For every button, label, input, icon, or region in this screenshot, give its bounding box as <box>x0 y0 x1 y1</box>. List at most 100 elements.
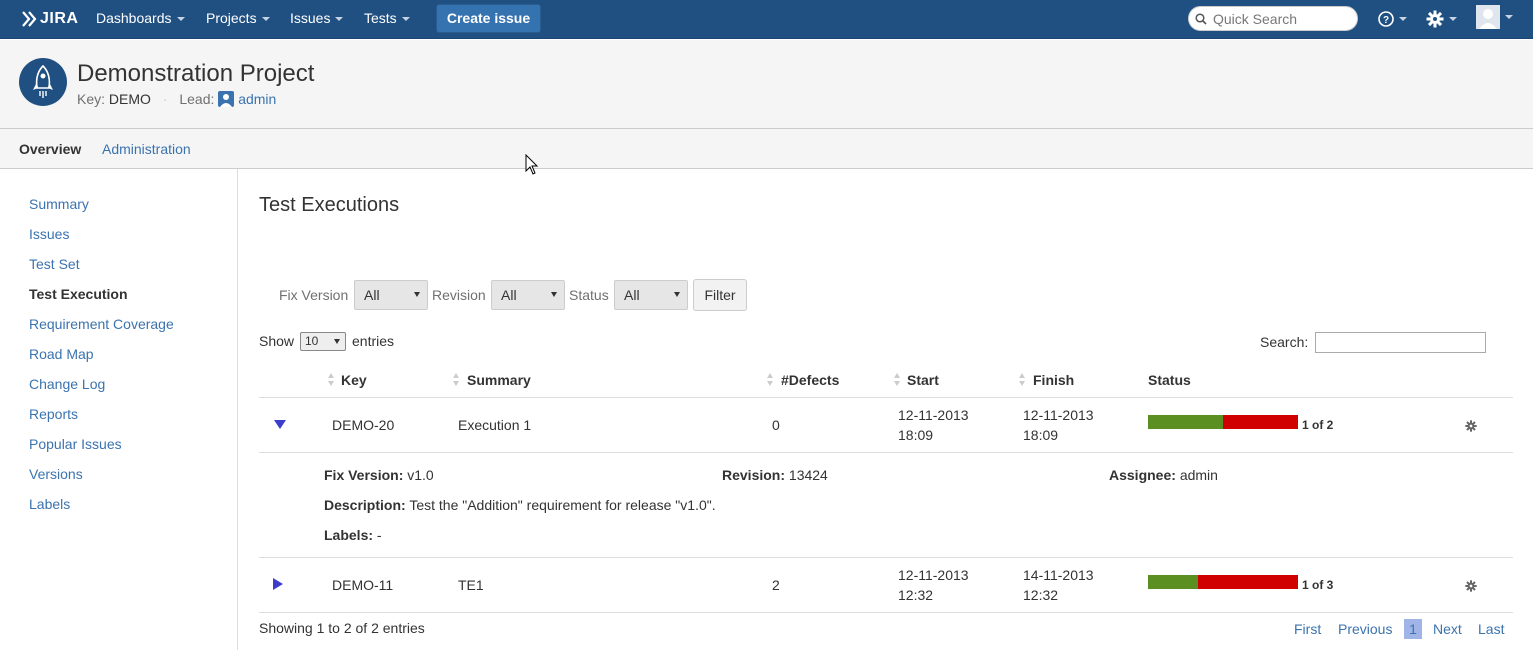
tab-overview[interactable]: Overview <box>19 141 81 157</box>
svg-text:?: ? <box>1383 15 1389 26</box>
gear-icon[interactable] <box>1465 420 1477 432</box>
filter-button[interactable]: Filter <box>693 279 747 311</box>
sort-icon[interactable] <box>894 373 900 387</box>
sidebar-item-change-log[interactable]: Change Log <box>29 376 105 392</box>
sidebar-item-reports[interactable]: Reports <box>29 406 78 422</box>
chevron-down-icon <box>1399 17 1407 21</box>
nav-label: Dashboards <box>96 10 172 26</box>
chevron-down-icon <box>261 17 270 22</box>
help-icon: ? <box>1378 11 1394 27</box>
gear-icon[interactable] <box>1465 580 1477 592</box>
pagination-previous[interactable]: Previous <box>1338 621 1392 637</box>
detail-label: Description: <box>324 497 406 513</box>
sort-icon[interactable] <box>767 373 773 387</box>
lead-label: Lead: <box>179 91 215 107</box>
status-count: 1 of 2 <box>1302 418 1334 432</box>
jira-logo-icon <box>22 11 37 27</box>
quick-search-input[interactable]: Quick Search <box>1188 6 1358 31</box>
status-progress-bar <box>1148 575 1298 589</box>
sidebar-item-labels[interactable]: Labels <box>29 496 70 512</box>
user-menu[interactable] <box>1476 5 1513 29</box>
pagination-last[interactable]: Last <box>1478 621 1504 637</box>
expand-row-icon[interactable] <box>273 578 283 590</box>
row-start-date: 12-11-2013 <box>898 567 969 583</box>
nav-dashboards[interactable]: Dashboards <box>96 0 185 39</box>
quick-search-placeholder: Quick Search <box>1213 11 1298 27</box>
column-header-finish[interactable]: Finish <box>1033 372 1074 388</box>
pass-segment <box>1148 415 1223 429</box>
detail-label: Revision: <box>722 467 786 483</box>
column-header-key[interactable]: Key <box>341 372 367 388</box>
sort-icon[interactable] <box>328 373 334 387</box>
fix-version-select[interactable]: All <box>354 280 428 310</box>
project-avatar[interactable] <box>19 58 67 106</box>
status-select[interactable]: All <box>614 280 688 310</box>
pagination-current-page[interactable]: 1 <box>1404 619 1422 639</box>
detail-value: admin <box>1179 467 1218 483</box>
collapse-row-icon[interactable] <box>274 420 286 430</box>
project-lead-link[interactable]: admin <box>238 91 276 107</box>
page-heading: Test Executions <box>259 194 400 216</box>
key-label: Key: <box>77 91 106 107</box>
row-finish-time: 18:09 <box>1023 427 1059 443</box>
detail-label: Fix Version: <box>324 467 404 483</box>
sidebar-item-requirement-coverage[interactable]: Requirement Coverage <box>29 316 174 332</box>
row-start-date: 12-11-2013 <box>898 407 969 423</box>
dropdown-arrow-icon <box>551 292 557 297</box>
detail-value: - <box>376 527 382 543</box>
sidebar-item-test-set[interactable]: Test Set <box>29 256 80 272</box>
pass-segment <box>1148 575 1198 589</box>
pagination-next[interactable]: Next <box>1433 621 1462 637</box>
fix-version-label: Fix Version <box>279 287 349 303</box>
sidebar-item-test-execution[interactable]: Test Execution <box>29 286 128 302</box>
rocket-icon <box>33 65 53 98</box>
nav-projects[interactable]: Projects <box>206 0 270 39</box>
column-header-summary[interactable]: Summary <box>467 372 531 388</box>
chevron-down-icon <box>1449 17 1457 21</box>
chevron-down-icon <box>176 17 185 22</box>
project-header: Demonstration Project Key: DEMO · Lead: … <box>0 40 1533 129</box>
row-summary: TE1 <box>458 577 484 593</box>
row-start-time: 12:32 <box>898 587 934 603</box>
fail-segment <box>1197 575 1298 589</box>
detail-label: Assignee: <box>1109 467 1176 483</box>
page-size-select[interactable]: 10 <box>300 332 346 351</box>
project-key: DEMO <box>108 91 151 107</box>
sidebar-item-versions[interactable]: Versions <box>29 466 83 482</box>
revision-select[interactable]: All <box>491 280 565 310</box>
sidebar-item-summary[interactable]: Summary <box>29 196 89 212</box>
jira-logo[interactable]: JIRA <box>20 7 78 31</box>
sidebar-item-issues[interactable]: Issues <box>29 226 69 242</box>
admin-menu[interactable] <box>1426 8 1457 30</box>
create-issue-button[interactable]: Create issue <box>436 4 541 33</box>
entries-label: entries <box>352 333 395 349</box>
sort-icon[interactable] <box>1019 373 1025 387</box>
logo-text: JIRA <box>40 10 79 27</box>
nav-issues[interactable]: Issues <box>290 0 344 39</box>
detail-description: Description: Test the "Addition" require… <box>324 495 716 515</box>
row-key-link[interactable]: DEMO-20 <box>332 415 394 435</box>
user-icon <box>218 91 235 107</box>
nav-tests[interactable]: Tests <box>364 0 410 39</box>
sidebar: Summary Issues Test Set Test Execution R… <box>0 169 238 650</box>
row-summary: Execution 1 <box>458 417 532 433</box>
column-header-defects[interactable]: #Defects <box>781 372 839 388</box>
pagination-first[interactable]: First <box>1294 621 1321 637</box>
nav-label: Tests <box>364 10 397 26</box>
chevron-down-icon <box>1505 15 1513 19</box>
table-search-input[interactable] <box>1315 332 1486 353</box>
row-divider <box>259 557 1513 558</box>
sidebar-item-road-map[interactable]: Road Map <box>29 346 94 362</box>
sidebar-item-popular-issues[interactable]: Popular Issues <box>29 436 122 452</box>
help-menu[interactable]: ? <box>1378 8 1407 30</box>
status-label: Status <box>569 287 609 303</box>
nav-label: Issues <box>290 10 331 26</box>
row-defects: 0 <box>772 417 780 433</box>
row-key-link[interactable]: DEMO-11 <box>332 575 393 595</box>
column-header-start[interactable]: Start <box>907 372 939 388</box>
sort-icon[interactable] <box>453 373 459 387</box>
tab-administration[interactable]: Administration <box>102 141 191 157</box>
project-meta: Key: DEMO · Lead: admin <box>77 91 276 107</box>
project-tabs: Overview Administration <box>0 129 1533 175</box>
dropdown-arrow-icon <box>334 339 340 344</box>
